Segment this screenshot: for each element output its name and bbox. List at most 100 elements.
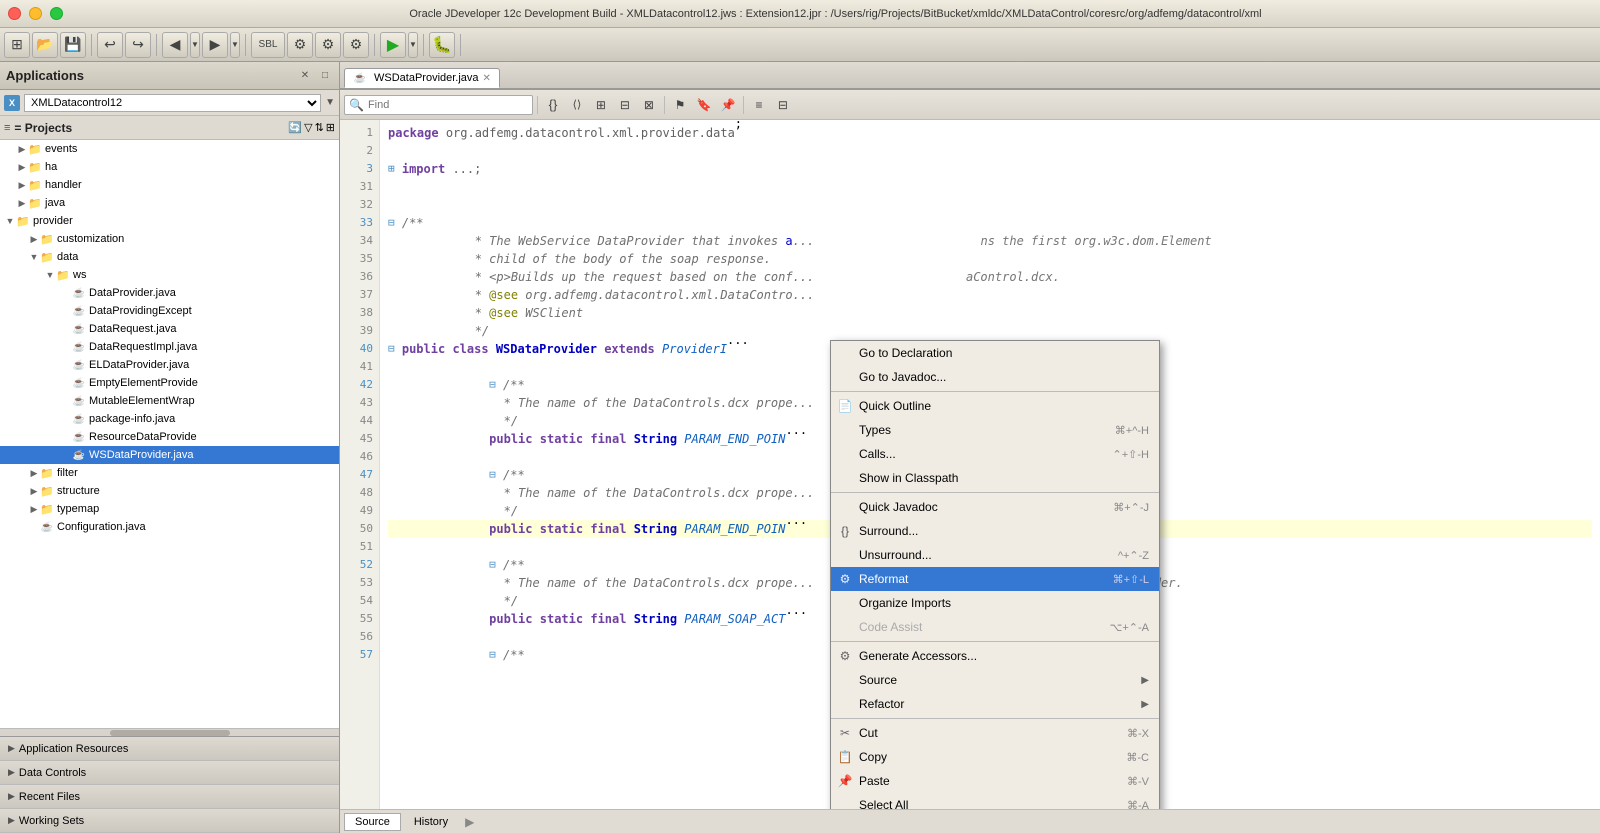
toolbar-undo[interactable]: ↩ [97, 32, 123, 58]
line-num-3[interactable]: 3 [340, 160, 373, 178]
cm-go-to-javadoc[interactable]: Go to Javadoc... [831, 365, 1159, 389]
code-line-1: package org.adfemg.datacontrol.xml.provi… [388, 124, 1592, 142]
toolbar-redo[interactable]: ↪ [125, 32, 151, 58]
cm-organize-imports[interactable]: Organize Imports [831, 591, 1159, 615]
line-num-52[interactable]: 52 [340, 556, 373, 574]
cm-generate-accessors[interactable]: ⚙ Generate Accessors... [831, 644, 1159, 668]
apps-close-btn[interactable]: ✕ [297, 68, 313, 84]
tree-item-configuration[interactable]: ☕ Configuration.java [0, 518, 339, 536]
line-num-47[interactable]: 47 [340, 466, 373, 484]
code-btn3[interactable]: ⊟ [614, 94, 636, 116]
right-panel: ☕ WSDataProvider.java ✕ 🔍 {} ⟨⟩ ⊞ ⊟ ⊠ ⚑ … [340, 62, 1600, 833]
minimize-button[interactable] [29, 7, 42, 20]
cm-select-all[interactable]: Select All ⌘-A [831, 793, 1159, 809]
tree-item-handler[interactable]: ▶ 📁 handler [0, 176, 339, 194]
line-num-57[interactable]: 57 [340, 646, 373, 664]
toolbar-open[interactable]: 📂 [32, 32, 58, 58]
toolbar-new[interactable]: ⊞ [4, 32, 30, 58]
tree-item-dataproviding[interactable]: ☕ DataProvidingExcept [0, 302, 339, 320]
braces-btn[interactable]: {} [542, 94, 564, 116]
tree-item-events[interactable]: ▶ 📁 events [0, 140, 339, 158]
toolbar-forward-dropdown[interactable]: ▼ [190, 32, 200, 58]
view-btn1[interactable]: ≡ [748, 94, 770, 116]
cm-quick-outline[interactable]: 📄 Quick Outline [831, 394, 1159, 418]
code-btn1[interactable]: ⟨⟩ [566, 94, 588, 116]
recent-files-panel[interactable]: ▶ Recent Files [0, 785, 339, 809]
cm-calls[interactable]: Calls... ⌃+⇧-H [831, 442, 1159, 466]
view-btn2[interactable]: ⊟ [772, 94, 794, 116]
tree-item-dataprovider[interactable]: ☕ DataProvider.java [0, 284, 339, 302]
tree-item-filter[interactable]: ▶ 📁 filter [0, 464, 339, 482]
window-title: Oracle JDeveloper 12c Development Build … [79, 8, 1592, 20]
tree-item-datarequestimpl[interactable]: ☕ DataRequestImpl.java [0, 338, 339, 356]
tree-item-wsdataprovider[interactable]: ☕ WSDataProvider.java [0, 446, 339, 464]
editor-tab-wsdataprovider[interactable]: ☕ WSDataProvider.java ✕ [344, 68, 500, 88]
search-box[interactable]: 🔍 [344, 95, 533, 115]
cm-surround[interactable]: {} Surround... [831, 519, 1159, 543]
filter-icon[interactable]: ▽ [304, 121, 312, 134]
tree-item-datarequest[interactable]: ☕ DataRequest.java [0, 320, 339, 338]
tree-item-eldataprovider[interactable]: ☕ ELDataProvider.java [0, 356, 339, 374]
cm-types[interactable]: Types ⌘+^-H [831, 418, 1159, 442]
toolbar-run-dropdown[interactable]: ▼ [408, 32, 418, 58]
project-select[interactable]: XMLDatacontrol12 [24, 94, 321, 112]
application-resources-panel[interactable]: ▶ Application Resources [0, 737, 339, 761]
toolbar-forward[interactable]: ▶ [202, 32, 228, 58]
tree-item-data[interactable]: ▼ 📁 data [0, 248, 339, 266]
tree-label: WSDataProvider.java [89, 449, 194, 461]
cm-copy[interactable]: 📋 Copy ⌘-C [831, 745, 1159, 769]
toolbar-back[interactable]: ◀ [162, 32, 188, 58]
cm-paste[interactable]: 📌 Paste ⌘-V [831, 769, 1159, 793]
code-btn2[interactable]: ⊞ [590, 94, 612, 116]
working-sets-panel[interactable]: ▶ Working Sets [0, 809, 339, 833]
line-num-42[interactable]: 42 [340, 376, 373, 394]
toolbar-build[interactable]: ⚙ [287, 32, 313, 58]
toolbar-run[interactable]: ▶ [380, 32, 406, 58]
toolbar-debug[interactable]: 🐛 [429, 32, 455, 58]
cm-source[interactable]: Source ▶ [831, 668, 1159, 692]
tree-item-mutableelement[interactable]: ☕ MutableElementWrap [0, 392, 339, 410]
tree-item-ha[interactable]: ▶ 📁 ha [0, 158, 339, 176]
sort-icon[interactable]: ⇅ [315, 121, 324, 134]
tree-item-ws[interactable]: ▼ 📁 ws [0, 266, 339, 284]
maximize-button[interactable] [50, 7, 63, 20]
cm-unsurround[interactable]: Unsurround... ^+⌃-Z [831, 543, 1159, 567]
code-btn4[interactable]: ⊠ [638, 94, 660, 116]
bookmark-btn3[interactable]: 📌 [717, 94, 739, 116]
tree-item-provider[interactable]: ▼ 📁 provider [0, 212, 339, 230]
cm-show-classpath[interactable]: Show in Classpath [831, 466, 1159, 490]
toolbar-build-sbl[interactable]: SBL [251, 32, 285, 58]
tree-item-java[interactable]: ▶ 📁 java [0, 194, 339, 212]
toolbar-build3[interactable]: ⚙ [343, 32, 369, 58]
tree-item-packageinfo[interactable]: ☕ package-info.java [0, 410, 339, 428]
tab-history[interactable]: History [403, 813, 459, 831]
data-controls-panel[interactable]: ▶ Data Controls [0, 761, 339, 785]
tree-item-customization[interactable]: ▶ 📁 customization [0, 230, 339, 248]
toolbar-forward2-dropdown[interactable]: ▼ [230, 32, 240, 58]
toolbar-save[interactable]: 💾 [60, 32, 86, 58]
toolbar-build2[interactable]: ⚙ [315, 32, 341, 58]
tab-close-button[interactable]: ✕ [483, 73, 491, 84]
tree-item-structure[interactable]: ▶ 📁 structure [0, 482, 339, 500]
tab-source[interactable]: Source [344, 813, 401, 831]
cm-refactor[interactable]: Refactor ▶ [831, 692, 1159, 716]
cm-cut[interactable]: ✂ Cut ⌘-X [831, 721, 1159, 745]
bookmark-btn2[interactable]: 🔖 [693, 94, 715, 116]
cm-quick-javadoc[interactable]: Quick Javadoc ⌘+⌃-J [831, 495, 1159, 519]
expand-icon[interactable]: ⊞ [326, 121, 335, 134]
tree-view[interactable]: ▶ 📁 events ▶ 📁 ha ▶ 📁 handler ▶ 📁 java [0, 140, 339, 728]
bookmark-btn1[interactable]: ⚑ [669, 94, 691, 116]
close-button[interactable] [8, 7, 21, 20]
cm-reformat[interactable]: ⚙ Reformat ⌘+⇧-L [831, 567, 1159, 591]
line-num-33[interactable]: 33 [340, 214, 373, 232]
sync-icon[interactable]: 🔄 [288, 121, 302, 134]
tab-scroll-right[interactable]: ▶ [465, 815, 474, 829]
line-num-40[interactable]: 40 [340, 340, 373, 358]
tree-item-typemap[interactable]: ▶ 📁 typemap [0, 500, 339, 518]
tree-item-emptyelement[interactable]: ☕ EmptyElementProvide [0, 374, 339, 392]
cm-go-to-declaration[interactable]: Go to Declaration [831, 341, 1159, 365]
project-dropdown-arrow[interactable]: ▼ [325, 97, 335, 108]
apps-expand-btn[interactable]: □ [317, 68, 333, 84]
search-input[interactable] [368, 99, 528, 111]
tree-item-resourcedata[interactable]: ☕ ResourceDataProvide [0, 428, 339, 446]
